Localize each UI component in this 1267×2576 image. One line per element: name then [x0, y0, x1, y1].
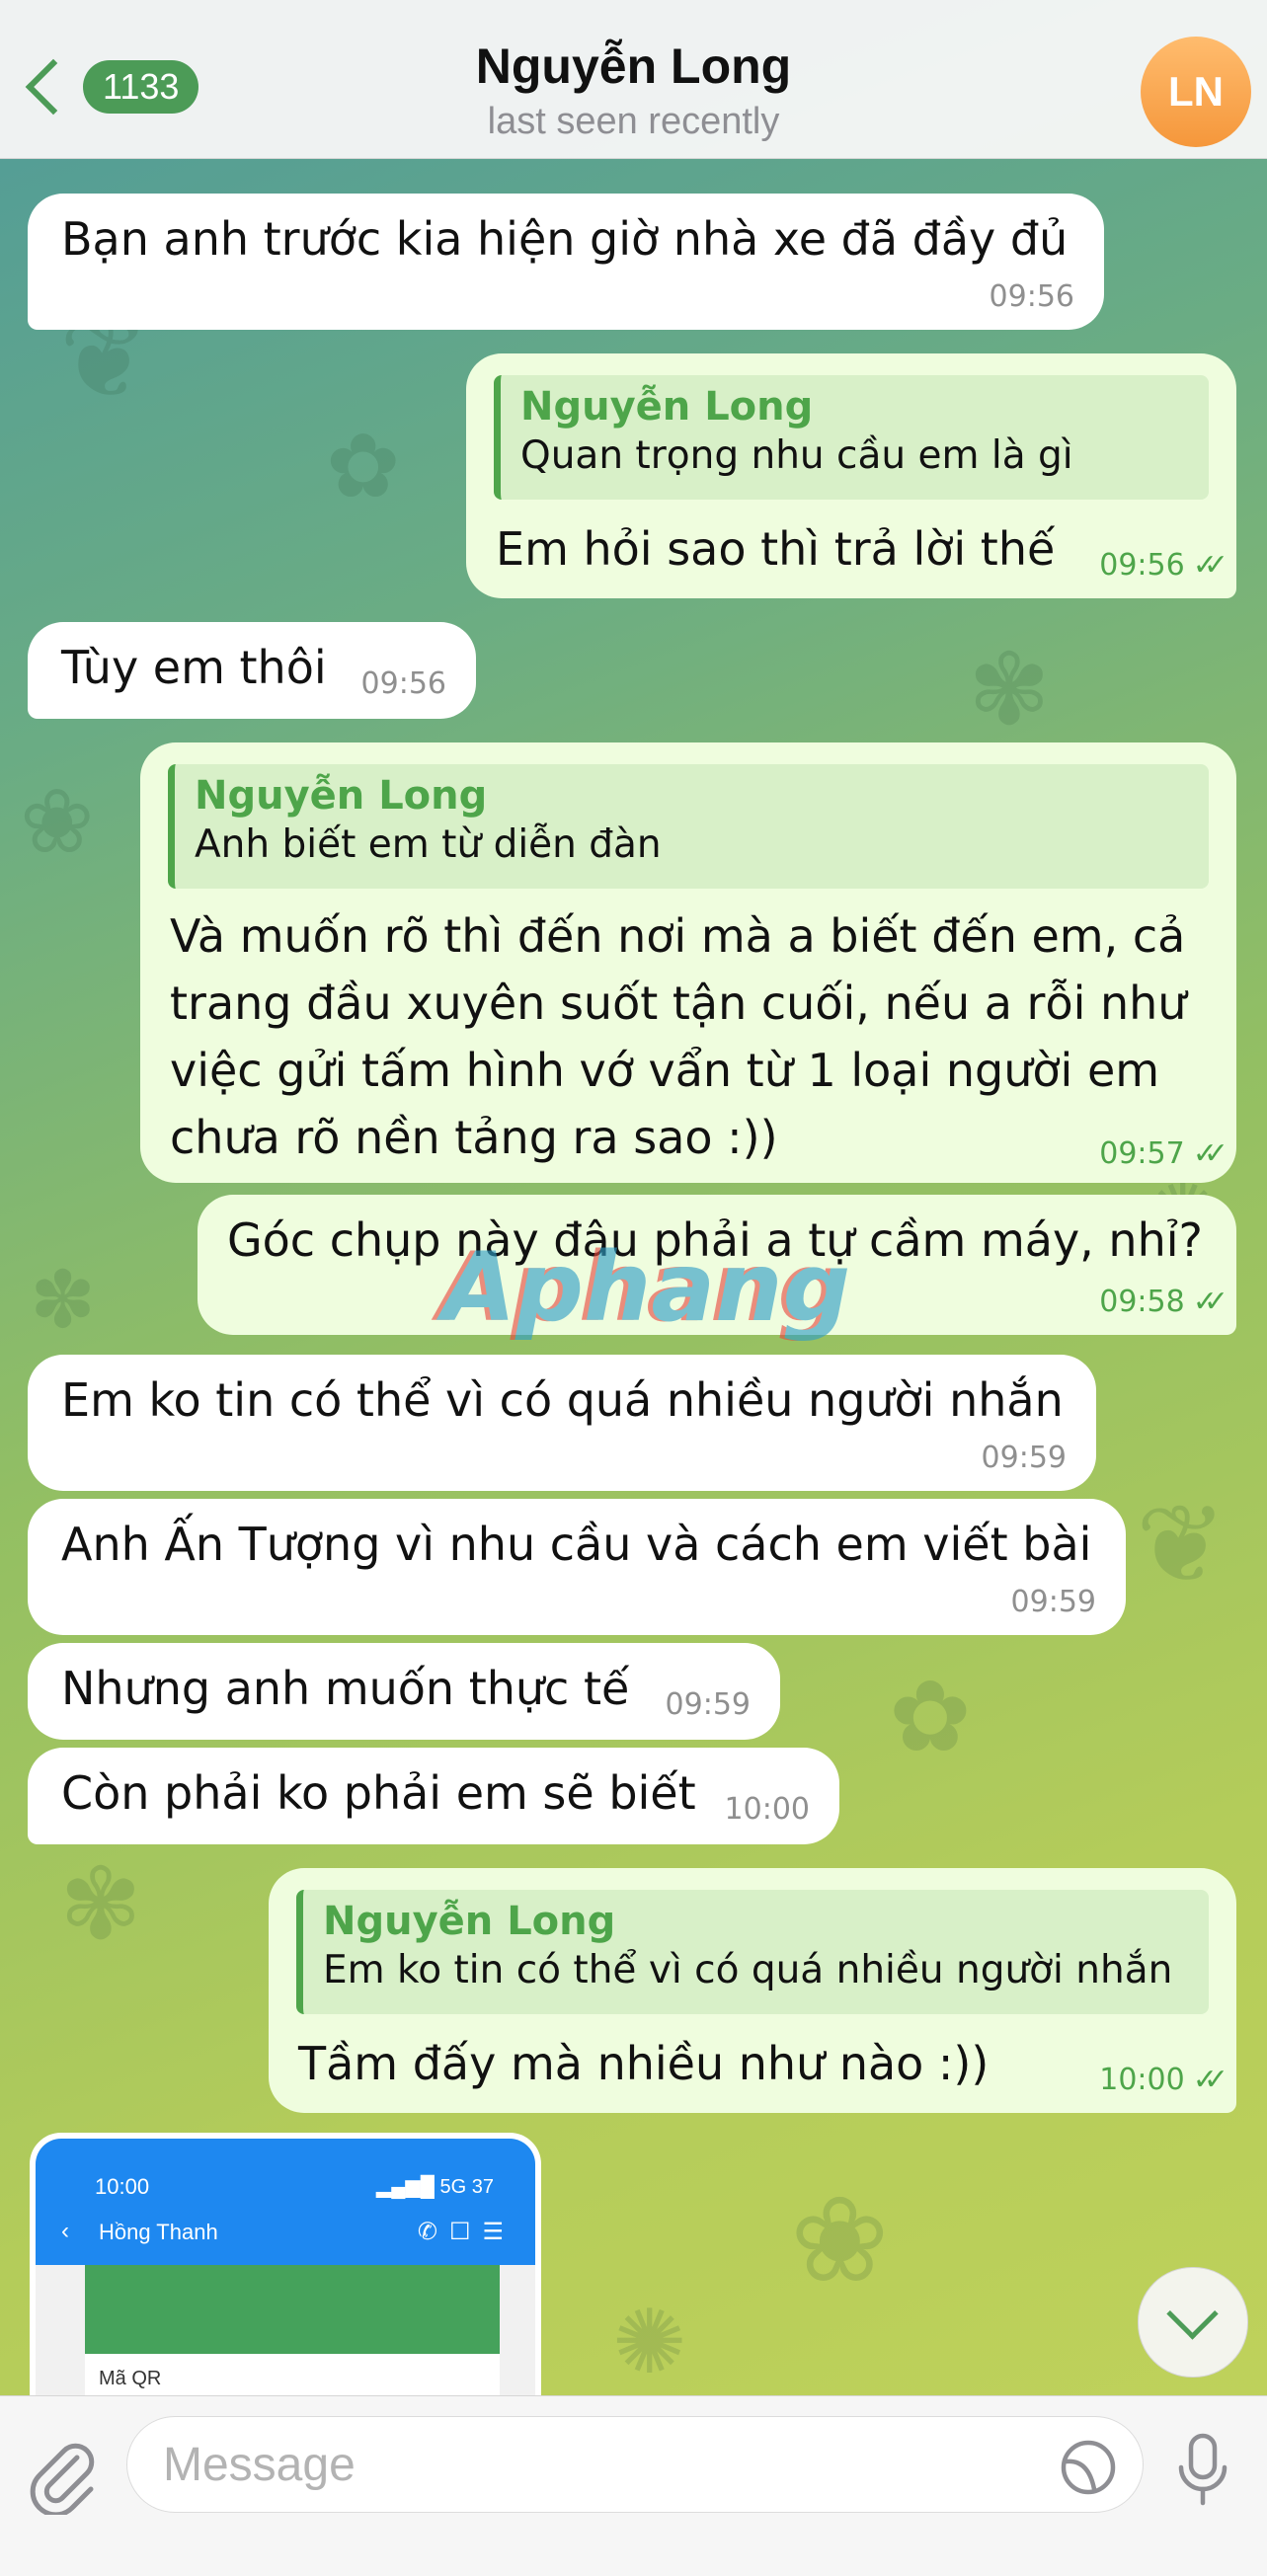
- wallpaper-doodle-icon: ✺: [612, 2291, 687, 2394]
- reply-quote[interactable]: Nguyễn Long Quan trọng nhu cầu em là gì: [494, 375, 1209, 500]
- message-time-label: 09:56: [1099, 548, 1185, 583]
- image-contact-name: Hồng Thanh: [99, 2220, 218, 2244]
- wallpaper-doodle-icon: ❦: [1136, 1481, 1227, 1607]
- message-outgoing[interactable]: Nguyễn Long Anh biết em từ diễn đàn Và m…: [140, 742, 1236, 1183]
- message-incoming[interactable]: Còn phải ko phải em sẽ biết 10:00: [28, 1748, 839, 1844]
- message-time-label: 09:57: [1099, 1136, 1185, 1171]
- wallpaper-doodle-icon: ✿: [326, 415, 401, 518]
- message-time: 10:00 ✓✓: [1099, 2063, 1228, 2097]
- message-text: Em ko tin có thể vì có quá nhiều người n…: [61, 1373, 1064, 1427]
- message-outgoing[interactable]: Nguyễn Long Quan trọng nhu cầu em là gì …: [466, 353, 1236, 598]
- message-time: 09:56: [989, 279, 1074, 314]
- message-time: 09:56 ✓✓: [1099, 548, 1228, 583]
- message-time: 09:59: [981, 1441, 1067, 1475]
- message-input[interactable]: [126, 2416, 1144, 2513]
- image-status-time: 10:00: [95, 2174, 150, 2199]
- message-text: Tầm đấy mà nhiều như nào :)): [298, 2037, 990, 2090]
- message-time: 09:57 ✓✓: [1099, 1136, 1228, 1171]
- read-receipt-icon: ✓✓: [1192, 1285, 1228, 1319]
- image-nav-bar: ‹ Hồng Thanh ✆☐☰: [36, 2204, 535, 2265]
- avatar[interactable]: LN: [1141, 37, 1251, 147]
- message-line: Và muốn rõ thì đến nơi mà a biết đến em,…: [170, 909, 1186, 963]
- chat-title-area[interactable]: Nguyễn Long last seen recently: [0, 38, 1267, 143]
- message-input-bar: [0, 2395, 1267, 2576]
- paperclip-icon: [30, 2443, 95, 2518]
- reply-quote[interactable]: Nguyễn Long Em ko tin có thể vì có quá n…: [296, 1890, 1209, 2014]
- wallpaper-doodle-icon: ❀: [20, 770, 95, 874]
- message-line: việc gửi tấm hình vớ vẩn từ 1 loại người…: [170, 1044, 1160, 1097]
- scroll-down-button[interactable]: [1138, 2267, 1248, 2378]
- message-incoming[interactable]: Anh Ấn Tượng vì nhu cầu và cách em viết …: [28, 1499, 1126, 1635]
- reply-author: Nguyễn Long: [323, 1899, 616, 1944]
- image-signal-info: ▂▄▆█ 5G 37: [375, 2176, 494, 2198]
- message-text: Còn phải ko phải em sẽ biết: [61, 1766, 696, 1820]
- watermark-logo: Aphang: [442, 1232, 851, 1343]
- message-incoming[interactable]: Bạn anh trước kia hiện giờ nhà xe đã đầy…: [28, 194, 1104, 330]
- message-line: trang đầu xuyên suốt tận cuối, nếu a rỗi…: [170, 976, 1187, 1030]
- reply-author: Nguyễn Long: [520, 384, 814, 429]
- microphone-icon: [1178, 2433, 1227, 2506]
- attach-button[interactable]: [30, 2436, 99, 2518]
- reply-text: Quan trọng nhu cầu em là gì: [520, 433, 1073, 478]
- message-time-label: 09:58: [1099, 1285, 1185, 1319]
- sticker-button[interactable]: [1059, 2438, 1118, 2497]
- read-receipt-icon: ✓✓: [1192, 1136, 1228, 1171]
- message-incoming[interactable]: Nhưng anh muốn thực tế 09:59: [28, 1643, 780, 1740]
- message-line: chưa rõ nền tảng ra sao :)): [170, 1111, 778, 1164]
- message-outgoing[interactable]: Nguyễn Long Em ko tin có thể vì có quá n…: [269, 1868, 1236, 2113]
- message-incoming[interactable]: Em ko tin có thể vì có quá nhiều người n…: [28, 1355, 1096, 1491]
- message-text: Anh Ấn Tượng vì nhu cầu và cách em viết …: [61, 1518, 1092, 1571]
- wallpaper-doodle-icon: ❀: [790, 2172, 890, 2309]
- chat-header: 1133 Nguyễn Long last seen recently LN: [0, 0, 1267, 159]
- image-battery: 37: [471, 2176, 494, 2198]
- message-text: Và muốn rõ thì đến nơi mà a biết đến em,…: [170, 902, 1186, 1171]
- wallpaper-doodle-icon: ✿: [889, 1659, 972, 1774]
- message-time: 10:00: [724, 1792, 810, 1827]
- message-text: Tùy em thôi: [61, 641, 327, 694]
- image-network: 5G: [439, 2176, 467, 2198]
- reply-author: Nguyễn Long: [195, 773, 488, 819]
- message-time-label: 10:00: [1099, 2063, 1185, 2097]
- wallpaper-doodle-icon: ✾: [59, 1846, 142, 1962]
- message-text: Em hỏi sao thì trả lời thế: [496, 522, 1056, 576]
- message-incoming[interactable]: Tùy em thôi 09:56: [28, 622, 476, 719]
- message-time: 09:59: [1010, 1585, 1096, 1619]
- chat-screen: ❦ ✿ ✾ ❀ ✺ ✽ ❦ ✿ ✾ ❀ ✺ 1133 Nguyễn Long l…: [0, 0, 1267, 2576]
- image-call-icons: ✆☐☰: [417, 2219, 515, 2245]
- reply-text: Em ko tin có thể vì có quá nhiều người n…: [323, 1948, 1173, 1992]
- message-time: 09:59: [665, 1687, 751, 1722]
- chat-status: last seen recently: [487, 101, 780, 142]
- image-green-block: [85, 2265, 500, 2354]
- message-text: Bạn anh trước kia hiện giờ nhà xe đã đầy…: [61, 212, 1069, 266]
- message-time: 09:58 ✓✓: [1099, 1285, 1228, 1319]
- image-qr-label: Mã QR: [99, 2368, 162, 2389]
- chevron-down-icon: [1166, 2288, 1219, 2340]
- reply-quote[interactable]: Nguyễn Long Anh biết em từ diễn đàn: [168, 764, 1209, 889]
- sticker-icon: [1061, 2440, 1116, 2495]
- mic-button[interactable]: [1173, 2430, 1232, 2509]
- message-text: Nhưng anh muốn thực tế: [61, 1662, 630, 1715]
- read-receipt-icon: ✓✓: [1192, 2063, 1228, 2097]
- message-time: 09:56: [360, 666, 446, 701]
- image-back-icon: ‹: [61, 2218, 69, 2244]
- chat-title: Nguyễn Long: [475, 39, 792, 94]
- wallpaper-doodle-icon: ✽: [30, 1254, 97, 1346]
- read-receipt-icon: ✓✓: [1192, 548, 1228, 583]
- wallpaper-doodle-icon: ✾: [968, 632, 1051, 747]
- reply-text: Anh biết em từ diễn đàn: [195, 822, 662, 867]
- image-status-bar: 10:00 ▂▄▆█ 5G 37 ‹ Hồng Thanh ✆☐☰: [36, 2139, 535, 2265]
